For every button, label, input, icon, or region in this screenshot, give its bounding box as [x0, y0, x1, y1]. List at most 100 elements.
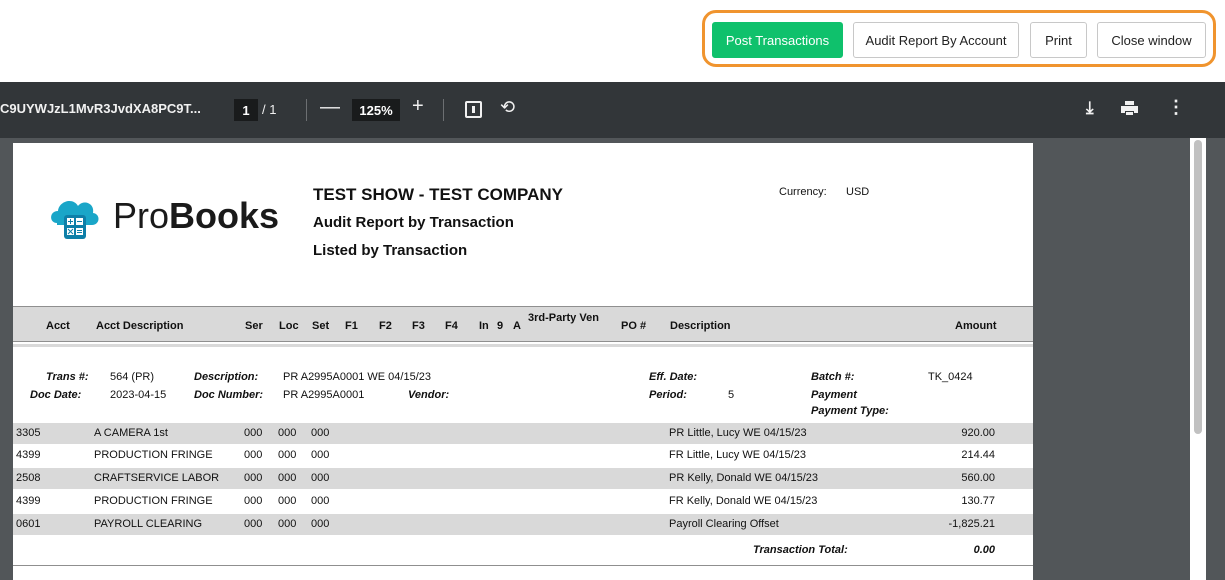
row-set: 000	[311, 518, 330, 530]
zoom-out-icon[interactable]: —	[320, 96, 340, 119]
col-9: 9	[497, 320, 504, 332]
section-divider	[13, 565, 1033, 566]
row-set: 000	[311, 472, 330, 484]
zoom-level-input[interactable]: 125%	[352, 99, 400, 121]
currency-label: Currency:	[779, 186, 827, 198]
batch-value: TK_0424	[928, 371, 973, 383]
row-acct-description: CRAFTSERVICE LABOR	[94, 472, 220, 484]
col-set: Set	[312, 320, 330, 332]
row-amount: -1,825.21	[948, 518, 995, 530]
col-loc: Loc	[279, 320, 299, 332]
col-f2: F2	[379, 320, 392, 332]
row-acct-description: A CAMERA 1st	[94, 427, 168, 439]
row-loc: 000	[278, 472, 297, 484]
print-icon[interactable]	[1121, 101, 1138, 116]
toolbar-divider	[443, 99, 444, 121]
row-description: Payroll Clearing Offset	[669, 518, 779, 530]
row-ser: 000	[244, 449, 263, 461]
doc-date-value: 2023-04-15	[110, 389, 167, 401]
row-loc: 000	[278, 427, 297, 439]
table-row: 4399 PRODUCTION FRINGE 000 000 000 FR Li…	[13, 445, 1033, 466]
table-row: 0601 PAYROLL CLEARING 000 000 000 Payrol…	[13, 514, 1033, 535]
row-acct-description: PRODUCTION FRINGE	[94, 495, 213, 507]
currency-value: USD	[846, 186, 870, 198]
table-row: 2508 CRAFTSERVICE LABOR 000 000 000 PR K…	[13, 468, 1033, 489]
transaction-total-value: 0.00	[973, 544, 995, 556]
trans-value: 564 (PR)	[110, 371, 155, 383]
table-row: 3305 A CAMERA 1st 000 000 000 PR Little,…	[13, 423, 1033, 444]
row-description: PR Kelly, Donald WE 04/15/23	[669, 472, 818, 484]
close-window-button[interactable]: Close window	[1097, 22, 1206, 58]
col-description: Description	[670, 320, 731, 332]
period-value: 5	[728, 389, 735, 401]
col-f3: F3	[412, 320, 425, 332]
row-acct: 3305	[16, 427, 41, 439]
eff-date-label: Eff. Date:	[649, 371, 698, 383]
fit-to-page-icon[interactable]	[465, 101, 482, 118]
payment-label: Payment	[811, 389, 857, 401]
row-acct-description: PRODUCTION FRINGE	[94, 449, 213, 461]
description-label: Description:	[194, 371, 259, 383]
col-f4: F4	[445, 320, 458, 332]
brand-prefix: Pro	[113, 195, 170, 236]
toolbar-divider	[306, 99, 307, 121]
row-acct: 4399	[16, 449, 41, 461]
col-3rd-party-ven: 3rd-Party Ven	[528, 312, 599, 324]
col-acct-description: Acct Description	[96, 320, 184, 332]
audit-report-by-account-button[interactable]: Audit Report By Account	[853, 22, 1019, 58]
doc-date-label: Doc Date:	[30, 389, 82, 401]
row-ser: 000	[244, 472, 263, 484]
col-ser: Ser	[245, 320, 263, 332]
probooks-logo-icon	[51, 200, 99, 239]
col-po: PO #	[621, 320, 647, 332]
row-description: FR Little, Lucy WE 04/15/23	[669, 449, 806, 461]
row-ser: 000	[244, 427, 263, 439]
print-button[interactable]: Print	[1030, 22, 1087, 58]
col-acct: Acct	[46, 320, 70, 332]
row-acct: 2508	[16, 472, 41, 484]
more-options-icon[interactable]: ⋮	[1167, 98, 1185, 116]
row-acct: 4399	[16, 495, 41, 507]
row-loc: 000	[278, 495, 297, 507]
vendor-label: Vendor:	[408, 389, 450, 401]
period-label: Period:	[649, 389, 687, 401]
row-description: FR Kelly, Donald WE 04/15/23	[669, 495, 818, 507]
brand-suffix: Books	[169, 195, 280, 236]
table-row: 4399 PRODUCTION FRINGE 000 000 000 FR Ke…	[13, 491, 1033, 512]
col-a: A	[513, 320, 521, 332]
row-acct-description: PAYROLL CLEARING	[94, 518, 202, 530]
col-f1: F1	[345, 320, 358, 332]
description-value: PR A2995A0001 WE 04/15/23	[283, 371, 431, 383]
row-description: PR Little, Lucy WE 04/15/23	[669, 427, 807, 439]
doc-number-label: Doc Number:	[194, 389, 264, 401]
row-amount: 920.00	[961, 427, 995, 439]
pdf-viewer-toolbar: C9UYWJzL1MvR3JvdXA8PC9T... 1 / 1 — 125% …	[0, 82, 1225, 138]
brand-name: ProBooks	[113, 195, 279, 237]
rotate-icon[interactable]: ⟲	[500, 97, 515, 118]
payment-type-label: Payment Type:	[811, 405, 889, 417]
col-amount: Amount	[955, 320, 997, 332]
row-set: 000	[311, 449, 330, 461]
download-icon[interactable]: ⤓	[1086, 98, 1094, 118]
batch-label: Batch #:	[811, 371, 855, 383]
doc-number-value: PR A2995A0001	[283, 389, 365, 401]
row-ser: 000	[244, 518, 263, 530]
report-subtitle: Listed by Transaction	[313, 242, 468, 259]
col-in: In	[479, 320, 489, 332]
transaction-total-label: Transaction Total:	[753, 544, 848, 556]
row-acct: 0601	[16, 518, 41, 530]
page-number-input[interactable]: 1	[234, 99, 258, 121]
company-name: TEST SHOW - TEST COMPANY	[313, 185, 563, 204]
row-ser: 000	[244, 495, 263, 507]
row-set: 000	[311, 495, 330, 507]
post-transactions-button[interactable]: Post Transactions	[712, 22, 843, 58]
row-loc: 000	[278, 518, 297, 530]
zoom-in-icon[interactable]: +	[412, 95, 424, 118]
scrollbar-thumb[interactable]	[1194, 140, 1202, 434]
row-amount: 130.77	[961, 495, 995, 507]
report-title: Audit Report by Transaction	[313, 214, 514, 231]
row-amount: 214.44	[961, 449, 995, 461]
header-divider	[13, 344, 1033, 347]
row-loc: 000	[278, 449, 297, 461]
page-total: / 1	[262, 102, 277, 117]
